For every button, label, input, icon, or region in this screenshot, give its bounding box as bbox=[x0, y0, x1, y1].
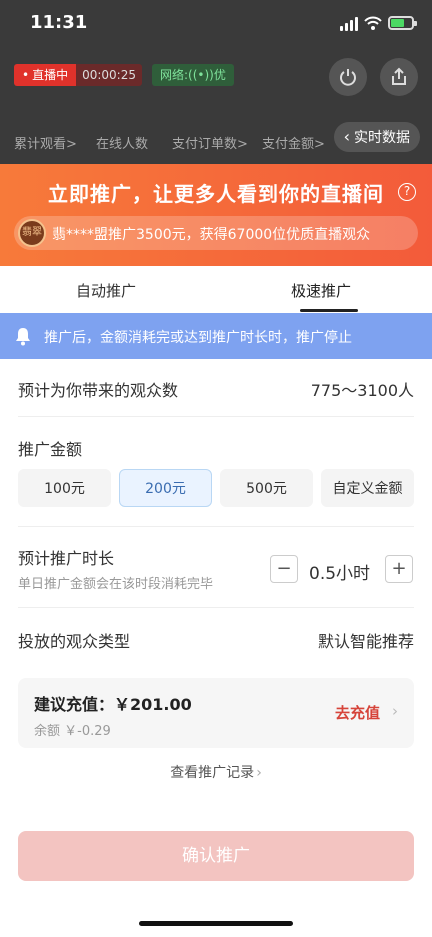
home-indicator bbox=[139, 921, 293, 926]
stat-orders[interactable]: 支付订单数> bbox=[172, 133, 248, 152]
divider bbox=[18, 607, 414, 608]
amount-option-500[interactable]: 500元 bbox=[220, 469, 313, 507]
banner-title: 立即推广，让更多人看到你的直播间 bbox=[48, 182, 384, 206]
divider bbox=[18, 416, 414, 417]
amount-options: 100元 200元 500元 自定义金额 bbox=[18, 469, 414, 507]
stat-online: 在线人数 bbox=[96, 137, 149, 152]
live-header: 11:31 直播中 00:00:25 网络:((•))优 累计观看> 在线人数 … bbox=[0, 0, 432, 164]
info-text: 推广后，金额消耗完或达到推广时长时，推广停止 bbox=[44, 330, 352, 346]
wifi-icon bbox=[364, 16, 382, 30]
promo-banner: 立即推广，让更多人看到你的直播间 ? 翡翠 翡****盟推广3500元，获得67… bbox=[0, 164, 432, 266]
amount-option-custom[interactable]: 自定义金额 bbox=[321, 469, 414, 507]
realtime-data-button[interactable]: ‹ 实时数据 bbox=[333, 122, 420, 152]
share-icon bbox=[392, 67, 406, 85]
recharge-card: 建议充值：￥201.00 余额 ￥-0.29 去充值 › bbox=[18, 678, 414, 748]
chevron-right-icon: › bbox=[392, 702, 398, 720]
amount-option-100[interactable]: 100元 bbox=[18, 469, 111, 507]
balance-text: 余额 ￥-0.29 bbox=[34, 724, 111, 739]
signal-icon bbox=[340, 17, 358, 31]
status-bar: 11:31 bbox=[0, 0, 432, 46]
status-time: 11:31 bbox=[30, 12, 88, 33]
chevron-left-icon: ‹ bbox=[343, 127, 350, 146]
stat-amount[interactable]: 支付金额> bbox=[262, 133, 325, 152]
power-icon bbox=[340, 69, 356, 86]
live-badge: 直播中 bbox=[14, 64, 77, 86]
audience-estimate-value: 775～3100人 bbox=[310, 381, 414, 400]
promotion-sheet: 自动推广 极速推广 推广后，金额消耗完或达到推广时长时，推广停止 预计为你带来的… bbox=[0, 266, 432, 937]
battery-icon bbox=[388, 16, 417, 30]
share-button[interactable] bbox=[380, 58, 418, 96]
amount-label: 推广金额 bbox=[18, 440, 83, 459]
duration-label: 预计推广时长 bbox=[18, 549, 115, 568]
info-bar: 推广后，金额消耗完或达到推广时长时，推广停止 bbox=[0, 313, 432, 359]
duration-increase-button[interactable]: + bbox=[385, 555, 413, 583]
audience-type-value[interactable]: 默认智能推荐 bbox=[318, 628, 414, 652]
live-timer: 00:00:25 bbox=[76, 64, 142, 86]
audience-estimate-label: 预计为你带来的观众数 bbox=[18, 381, 179, 400]
avatar: 翡翠 bbox=[18, 219, 46, 247]
audience-type-label: 投放的观众类型 bbox=[18, 632, 131, 651]
promotion-record-link[interactable]: 查看推广记录 › bbox=[0, 762, 432, 782]
active-tab-indicator bbox=[300, 309, 358, 312]
recharge-button[interactable]: 去充值 bbox=[335, 702, 380, 723]
tab-fast-promotion[interactable]: 极速推广 bbox=[291, 280, 351, 301]
power-button[interactable] bbox=[329, 58, 367, 96]
chevron-right-icon: › bbox=[256, 765, 262, 781]
duration-hint: 单日推广金额会在该时段消耗完毕 bbox=[18, 577, 214, 592]
stat-total-views[interactable]: 累计观看> bbox=[14, 133, 77, 152]
bell-icon bbox=[16, 328, 30, 346]
network-badge: 网络:((•))优 bbox=[152, 64, 234, 86]
divider bbox=[18, 526, 414, 527]
tab-auto-promotion[interactable]: 自动推广 bbox=[76, 280, 136, 301]
duration-decrease-button[interactable]: − bbox=[270, 555, 298, 583]
duration-value: 0.5小时 bbox=[309, 564, 371, 584]
confirm-promotion-button[interactable]: 确认推广 bbox=[18, 831, 414, 881]
help-icon[interactable]: ? bbox=[398, 183, 416, 201]
recharge-suggestion: 建议充值：￥201.00 bbox=[34, 695, 192, 714]
tab-bar: 自动推广 极速推广 bbox=[0, 266, 432, 314]
live-status-row: 直播中 00:00:25 网络:((•))优 bbox=[14, 64, 234, 86]
amount-option-200[interactable]: 200元 bbox=[119, 469, 212, 507]
promo-notice: 翡翠 翡****盟推广3500元，获得67000位优质直播观众 bbox=[14, 216, 418, 250]
promo-notice-text: 翡****盟推广3500元，获得67000位优质直播观众 bbox=[52, 227, 371, 243]
